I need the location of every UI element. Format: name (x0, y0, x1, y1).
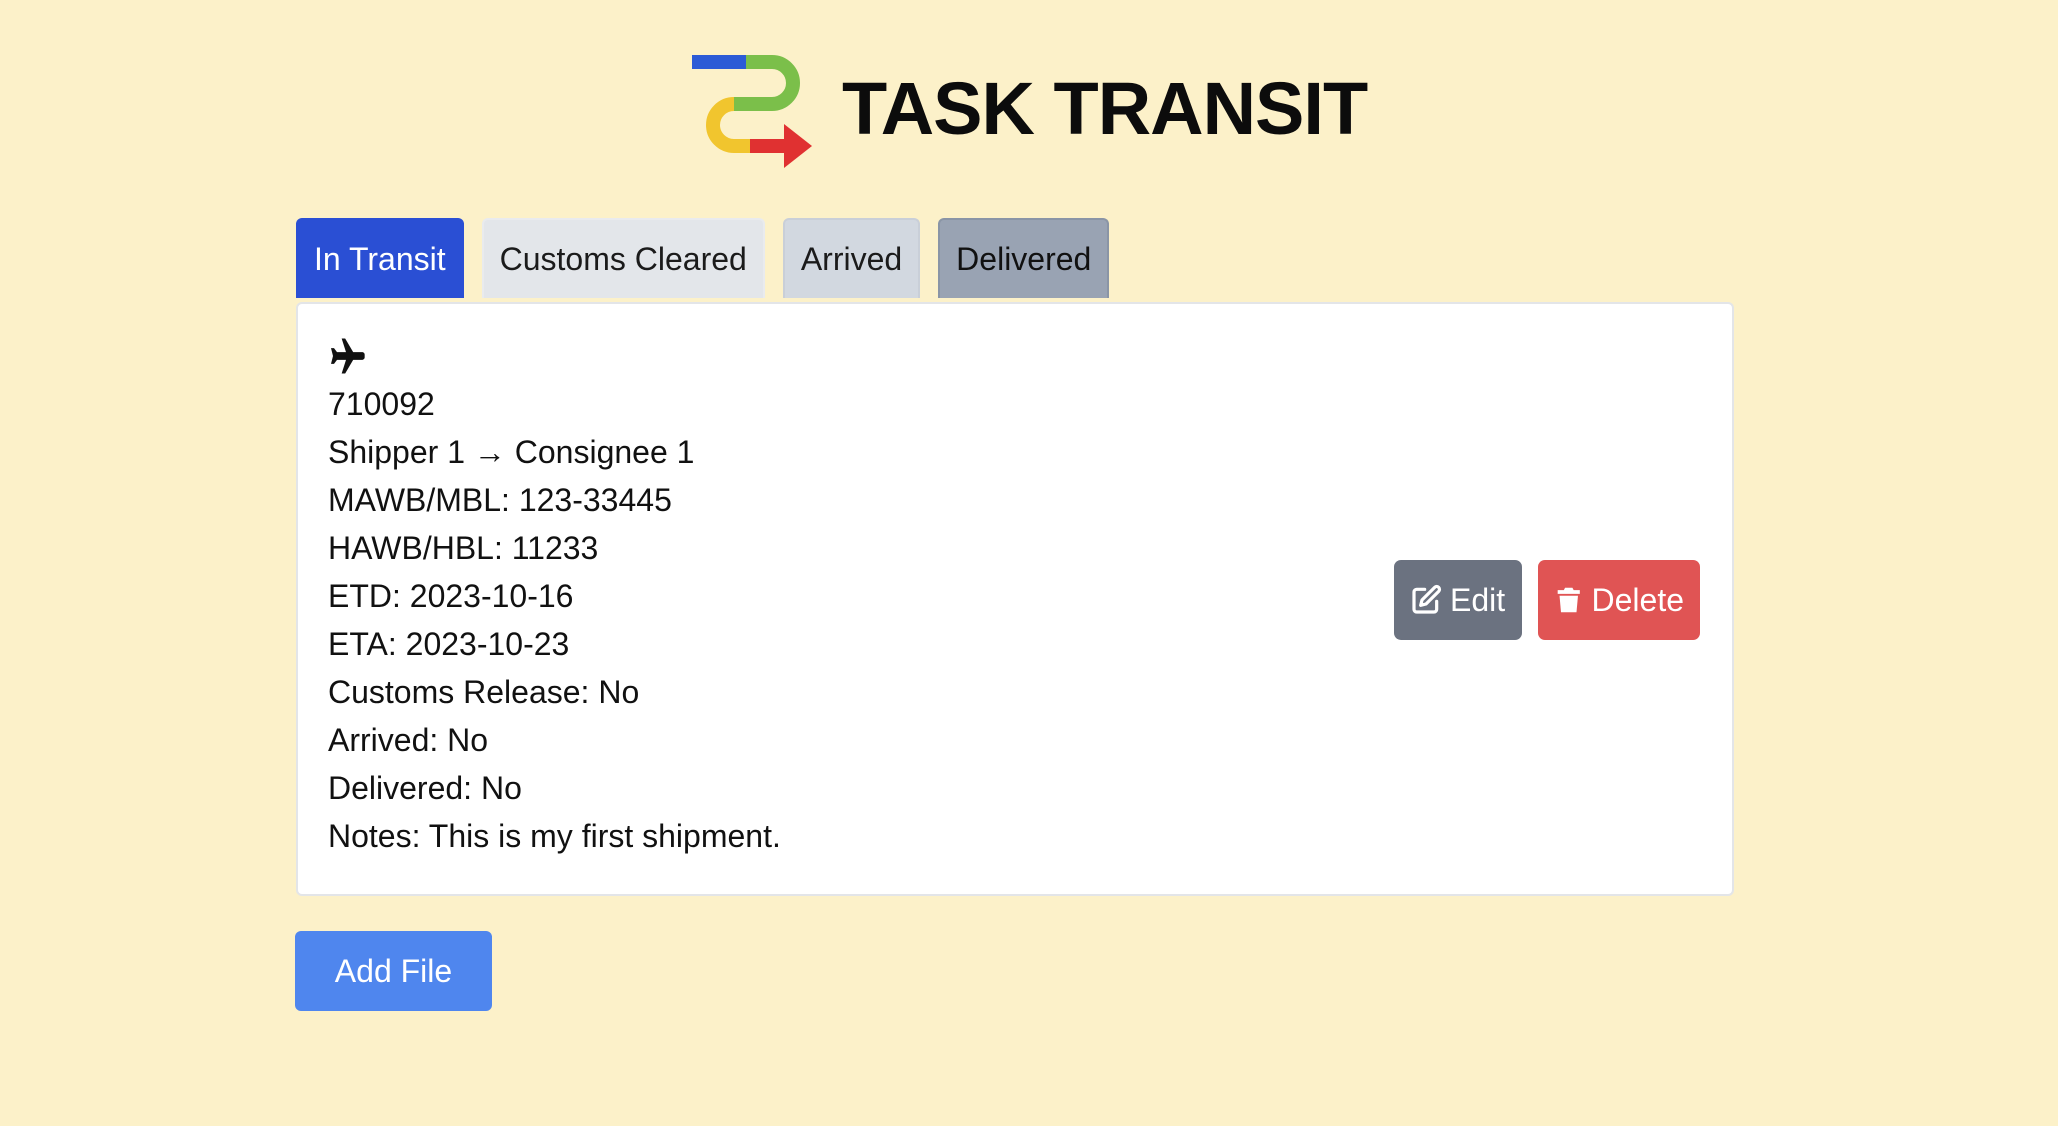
edit-icon (1412, 584, 1442, 614)
tab-delivered[interactable]: Delivered (938, 218, 1110, 298)
delete-label: Delete (1591, 581, 1685, 618)
shipment-route: Shipper 1 → Consignee 1 (328, 434, 695, 470)
shipment-card: 710092 Shipper 1 → Consignee 1 MAWB/MBL:… (296, 302, 1734, 896)
app-title: TASK TRANSIT (842, 66, 1368, 150)
edit-label: Edit (1450, 581, 1506, 618)
customs-release: Customs Release: No (328, 674, 640, 710)
tab-arrived[interactable]: Arrived (782, 218, 921, 298)
etd: ETD: 2023-10-16 (328, 578, 574, 614)
route-arrow-logo-icon (692, 55, 812, 168)
hawb-hbl: HAWB/HBL: 11233 (328, 530, 599, 566)
shipment-actions: Edit Delete (1394, 560, 1700, 640)
arrived-status: Arrived: No (328, 722, 489, 758)
status-tabs: In Transit Customs Cleared Arrived Deliv… (296, 218, 1110, 298)
delivered-status: Delivered: No (328, 770, 522, 806)
eta: ETA: 2023-10-23 (328, 626, 570, 662)
shipment-notes: Notes: This is my first shipment. (328, 818, 781, 854)
tab-in-transit[interactable]: In Transit (296, 218, 464, 298)
file-number: 710092 (328, 386, 435, 422)
app-header: TASK TRANSIT (690, 48, 1368, 168)
edit-button[interactable]: Edit (1394, 560, 1522, 640)
trash-icon (1557, 587, 1580, 613)
delete-button[interactable]: Delete (1538, 560, 1700, 640)
tab-customs-cleared[interactable]: Customs Cleared (481, 218, 765, 298)
mawb-mbl: MAWB/MBL: 123-33445 (328, 482, 672, 518)
shipment-details: 710092 Shipper 1 → Consignee 1 MAWB/MBL:… (328, 332, 781, 860)
add-file-button[interactable]: Add File (295, 931, 492, 1011)
airplane-icon (328, 332, 781, 380)
